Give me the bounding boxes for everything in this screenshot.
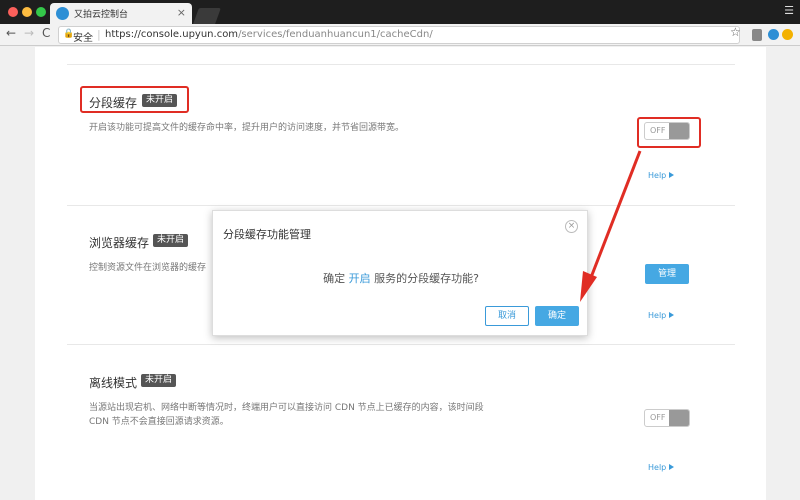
- divider: [67, 64, 735, 65]
- play-arrow-icon: [669, 312, 675, 318]
- offline-mode-help-link[interactable]: Help: [648, 463, 675, 472]
- toggle-knob: [669, 410, 689, 426]
- browser-cache-title: 浏览器缓存: [89, 236, 150, 250]
- url-host: https://console.upyun.com: [105, 29, 239, 40]
- dialog-title: 分段缓存功能管理: [223, 228, 311, 241]
- extension-icon[interactable]: [752, 29, 762, 41]
- offline-mode-title: 离线模式: [89, 376, 138, 390]
- segment-cache-help-link[interactable]: Help: [648, 171, 675, 180]
- maximize-window-button[interactable]: [36, 7, 46, 17]
- browser-tab[interactable]: 又拍云控制台 ×: [50, 3, 192, 24]
- extension-profile-icon[interactable]: [782, 29, 793, 40]
- forward-arrow-icon[interactable]: →: [24, 26, 34, 40]
- dialog-message-prefix: 确定: [323, 272, 349, 285]
- url-path: /services/fenduanhuancun1/cacheCdn/: [238, 29, 433, 40]
- help-label: Help: [648, 311, 667, 320]
- offline-mode-desc-line2: CDN 节点不会直接回源请求资源。: [89, 417, 229, 427]
- offline-mode-toggle[interactable]: OFF: [644, 409, 690, 427]
- address-bar[interactable]: 🔒 安全 | https://console.upyun.com/service…: [58, 26, 740, 44]
- toggle-off-label: OFF: [650, 413, 666, 422]
- dialog-message-suffix: 服务的分段缓存功能?: [370, 272, 479, 285]
- dialog-message: 确定 开启 服务的分段缓存功能?: [213, 270, 589, 286]
- divider: [67, 205, 735, 206]
- window-titlebar: 又拍云控制台 × ☰: [0, 0, 800, 24]
- help-label: Help: [648, 171, 667, 180]
- confirm-dialog: 分段缓存功能管理 × 确定 开启 服务的分段缓存功能? 取消 确定: [212, 210, 588, 336]
- segment-cache-desc: 开启该功能可提高文件的缓存命中率，提升用户的访问速度，并节省回源带宽。: [89, 123, 405, 133]
- tab-title: 又拍云控制台: [74, 10, 129, 20]
- browser-toolbar: ← → C 🔒 安全 | https://console.upyun.com/s…: [0, 24, 800, 46]
- offline-mode-status-badge: 未开启: [141, 374, 177, 387]
- url-separator: |: [97, 28, 101, 41]
- browser-cache-desc: 控制资源文件在浏览器的缓存: [89, 263, 207, 273]
- extension-sync-icon[interactable]: [768, 29, 779, 40]
- play-arrow-icon: [669, 172, 675, 178]
- annotation-highlight-title: [80, 86, 189, 113]
- tab-close-icon[interactable]: ×: [177, 6, 186, 19]
- close-window-button[interactable]: [8, 7, 18, 17]
- secure-label: 安全: [73, 33, 93, 44]
- close-circle-icon[interactable]: ×: [565, 220, 578, 233]
- offline-mode-desc-line1: 当源站出现宕机、网络中断等情况时，终端用户可以直接访问 CDN 节点上已缓存的内…: [89, 403, 484, 413]
- new-tab-button[interactable]: [193, 8, 221, 24]
- annotation-highlight-toggle: [637, 117, 701, 148]
- url-text: https://console.upyun.com/services/fendu…: [105, 29, 433, 40]
- confirm-button[interactable]: 确定: [535, 306, 579, 326]
- browser-cache-help-link[interactable]: Help: [648, 311, 675, 320]
- dialog-message-highlight: 开启: [348, 272, 371, 285]
- back-arrow-icon[interactable]: ←: [6, 26, 16, 40]
- browser-cache-status-badge: 未开启: [153, 234, 189, 247]
- minimize-window-button[interactable]: [22, 7, 32, 17]
- cancel-button[interactable]: 取消: [485, 306, 529, 326]
- upyun-favicon-icon: [56, 7, 69, 20]
- browser-cache-manage-button[interactable]: 管理: [645, 264, 689, 284]
- browser-menu-icon[interactable]: ☰: [784, 4, 794, 17]
- bookmark-star-icon[interactable]: ☆: [730, 25, 741, 39]
- reload-icon[interactable]: C: [42, 26, 50, 40]
- divider: [67, 344, 735, 345]
- help-label: Help: [648, 463, 667, 472]
- play-arrow-icon: [669, 464, 675, 470]
